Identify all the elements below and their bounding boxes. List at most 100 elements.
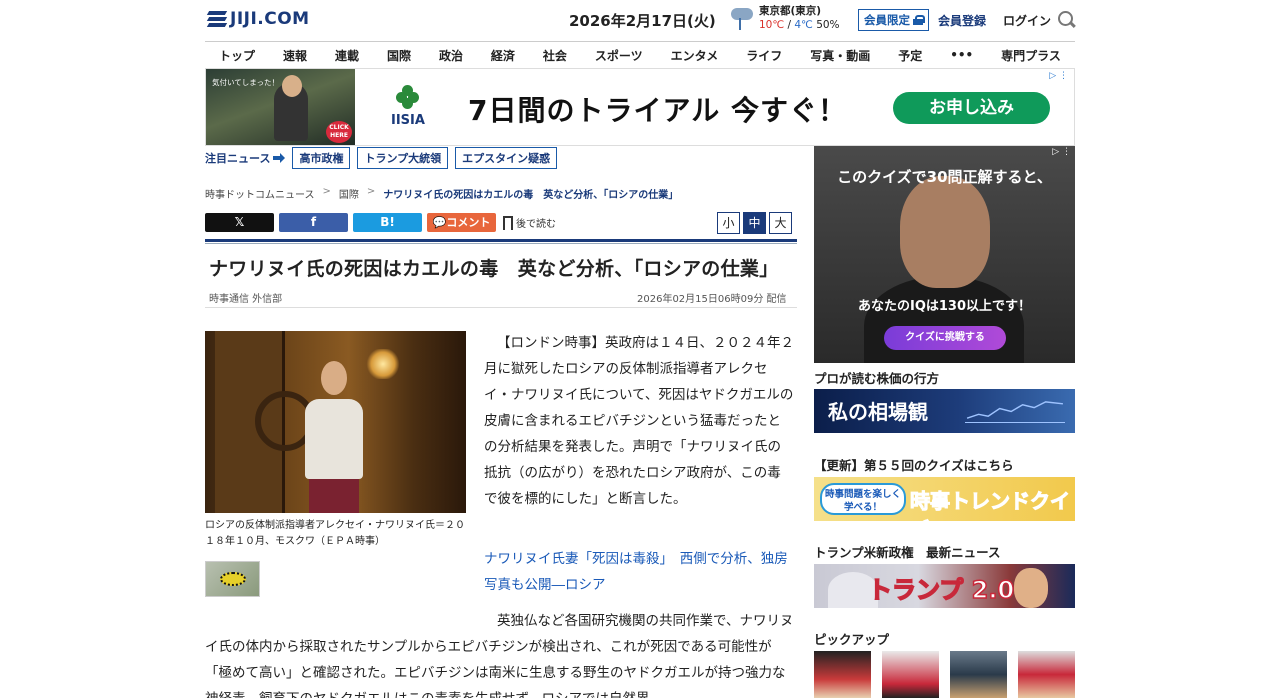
quiz-banner-title: 時事トレンドクイズ xyxy=(910,489,1071,522)
font-size-large[interactable]: 大 xyxy=(769,212,792,234)
hot-topics-label: 注目ニュース xyxy=(205,150,286,166)
ad-headline: 7日間のトライアル 今すぐ！ xyxy=(468,94,847,127)
share-x-button[interactable]: 𝕏 xyxy=(205,213,274,232)
article-byline: 時事通信 外信部 xyxy=(209,294,283,305)
pickup-thumbnail[interactable] xyxy=(814,651,871,698)
article-paragraph: 英独仏など各国研究機関の共同作業で、ナワリヌイ氏の体内から採取されたサンプルから… xyxy=(205,613,794,698)
ad-brand: IISIA xyxy=(391,113,425,128)
sidebar-ad-text: このクイズで30問正解すると、 xyxy=(837,168,1052,186)
weather-widget[interactable]: 東京都(東京) 10℃ / 4℃ 50% xyxy=(729,4,840,32)
nav-economy[interactable]: 経済 xyxy=(491,47,515,64)
site-logo[interactable]: JIJI.COM xyxy=(205,9,310,29)
title-rule-thin xyxy=(205,243,797,244)
pickup-thumbnail[interactable] xyxy=(882,651,939,698)
trump-news-banner[interactable]: トランプ 2.0 xyxy=(814,564,1075,608)
hot-tag[interactable]: 高市政権 xyxy=(292,147,351,169)
current-date: 2026年2月17日(火) xyxy=(569,12,716,30)
site-header: JIJI.COM 2026年2月17日(火) 東京都(東京) 10℃ / 4℃ … xyxy=(205,0,1075,40)
sidebar-heading[interactable]: プロが読む株価の行方 xyxy=(814,368,939,387)
nav-expert-plus[interactable]: 専門プラス xyxy=(1001,47,1061,64)
font-size-medium[interactable]: 中 xyxy=(743,212,766,234)
nav-sports[interactable]: スポーツ xyxy=(595,47,643,64)
register-link[interactable]: 会員登録 xyxy=(938,12,986,29)
font-size-small[interactable]: 小 xyxy=(717,212,740,234)
weather-place: 東京都(東京) xyxy=(759,5,822,17)
weather-high: 10℃ xyxy=(759,19,785,31)
main-nav: トップ 速報 連載 国際 政治 経済 社会 スポーツ エンタメ ライフ 写真・動… xyxy=(205,41,1075,68)
nav-society[interactable]: 社会 xyxy=(543,47,567,64)
ad-click-badge: CLICK HERE xyxy=(326,121,352,143)
comment-button[interactable]: 💬コメント xyxy=(427,213,496,232)
pickup-thumbnail[interactable] xyxy=(1018,651,1075,698)
share-bar: 𝕏 f B! 💬コメント 後で読む xyxy=(205,213,556,234)
nav-breaking[interactable]: 速報 xyxy=(283,47,307,64)
arrow-right-icon xyxy=(273,153,286,163)
nav-top[interactable]: トップ xyxy=(219,47,255,64)
sidebar-heading[interactable]: 【更新】第５５回のクイズはこちら xyxy=(814,455,1014,474)
related-article-link[interactable]: ナワリヌイ氏妻「死因は毒殺」 西側で分析、独房写真も公開―ロシア xyxy=(484,546,794,598)
top-ad-banner[interactable]: 気付いてしまった！ CLICK HERE IISIA 7日間のトライアル 今すぐ… xyxy=(205,68,1075,146)
read-later-label: 後で読む xyxy=(516,219,556,230)
article-timestamp: 2026年02月15日06時09分 配信 xyxy=(637,294,787,305)
bookmark-icon xyxy=(503,215,513,234)
trump-banner-title: トランプ 2.0 xyxy=(867,575,1015,605)
logo-text: JIJI.COM xyxy=(230,9,310,29)
login-link[interactable]: ログイン xyxy=(1003,12,1051,29)
nav-life[interactable]: ライフ xyxy=(746,47,782,64)
hot-topics-label-text: 注目ニュース xyxy=(205,152,271,165)
ad-photo-caption: 気付いてしまった！ xyxy=(212,78,279,87)
nav-schedule[interactable]: 予定 xyxy=(898,47,922,64)
ad-photo: 気付いてしまった！ CLICK HERE xyxy=(206,69,355,145)
breadcrumb-separator: > xyxy=(366,186,376,197)
weather-low: 4℃ xyxy=(794,19,813,31)
hot-tag[interactable]: エプスタイン疑惑 xyxy=(455,147,558,169)
sidebar-ad-text: あなたのIQは130以上です！ xyxy=(857,299,1032,314)
article-title: ナワリヌイ氏の死因はカエルの毒 英など分析、「ロシアの仕業」 xyxy=(209,258,779,280)
stock-chart-icon xyxy=(965,401,1065,423)
title-rule xyxy=(205,239,797,242)
nav-entertainment[interactable]: エンタメ xyxy=(671,47,719,64)
share-hatena-button[interactable]: B! xyxy=(353,213,422,232)
quiz-challenge-button[interactable]: クイズに挑戦する xyxy=(884,326,1006,350)
read-later-button[interactable]: 後で読む xyxy=(503,215,556,234)
weather-rain: 50% xyxy=(812,19,840,31)
breadcrumb-section[interactable]: 国際 xyxy=(339,186,359,201)
nav-photo-video[interactable]: 写真・動画 xyxy=(810,47,870,64)
pickup-thumbnail[interactable] xyxy=(950,651,1007,698)
nav-series[interactable]: 連載 xyxy=(335,47,359,64)
member-only-label: 会員限定 xyxy=(864,13,910,27)
breadcrumb: 時事ドットコムニュース > 国際 > ナワリヌイ氏の死因はカエルの毒 英など分析… xyxy=(205,186,678,201)
trend-quiz-banner[interactable]: 時事問題を楽しく学べる！ 時事トレンドクイズ xyxy=(814,477,1075,521)
photo-thumbnail[interactable] xyxy=(205,561,260,597)
share-facebook-button[interactable]: f xyxy=(279,213,348,232)
adchoices-icon[interactable]: ▷ ⋮ xyxy=(1049,71,1068,81)
market-banner-title: 私の相場観 xyxy=(828,400,928,424)
photo-caption: ロシアの反体制派指導者アレクセイ・ナワリヌイ氏＝２０１８年１０月、モスクワ（ＥＰ… xyxy=(205,520,465,547)
sidebar-heading: ピックアップ xyxy=(814,632,890,647)
comment-label: コメント xyxy=(446,216,491,229)
nav-international[interactable]: 国際 xyxy=(387,47,411,64)
weather-sep: / xyxy=(784,19,795,31)
hot-topics-bar: 注目ニュース 高市政権 トランプ大統領 エプスタイン疑惑 xyxy=(205,147,558,169)
breadcrumb-separator: > xyxy=(322,186,331,197)
meta-divider xyxy=(205,307,797,308)
sidebar-heading[interactable]: トランプ米新政権 最新ニュース xyxy=(814,542,1001,561)
ad-apply-button[interactable]: お申し込み xyxy=(893,92,1050,124)
hot-tag[interactable]: トランプ大統領 xyxy=(357,147,449,169)
rain-cloud-icon xyxy=(729,4,755,32)
member-only-button[interactable]: 会員限定 xyxy=(858,9,929,31)
breadcrumb-current: ナワリヌイ氏の死因はカエルの毒 英など分析、「ロシアの仕業」 xyxy=(383,190,679,201)
clover-logo-icon xyxy=(396,85,420,109)
quiz-bubble: 時事問題を楽しく学べる！ xyxy=(820,483,906,515)
adchoices-icon[interactable]: ▷ ⋮ xyxy=(1052,147,1071,157)
sidebar-ad[interactable]: このクイズで30問正解すると、 あなたのIQは130以上です！ クイズに挑戦する… xyxy=(814,146,1075,363)
nav-politics[interactable]: 政治 xyxy=(439,47,463,64)
article-photo[interactable] xyxy=(205,331,466,513)
market-view-banner[interactable]: 私の相場観 xyxy=(814,389,1075,433)
article-paragraph: 【ロンドン時事】英政府は１４日、２０２４年２月に獄死したロシアの反体制派指導者ア… xyxy=(484,335,794,507)
breadcrumb-home[interactable]: 時事ドットコムニュース xyxy=(205,186,315,201)
lock-icon xyxy=(913,15,925,25)
nav-more[interactable]: ••• xyxy=(950,48,973,62)
search-icon[interactable] xyxy=(1058,11,1076,29)
logo-icon xyxy=(205,9,228,29)
